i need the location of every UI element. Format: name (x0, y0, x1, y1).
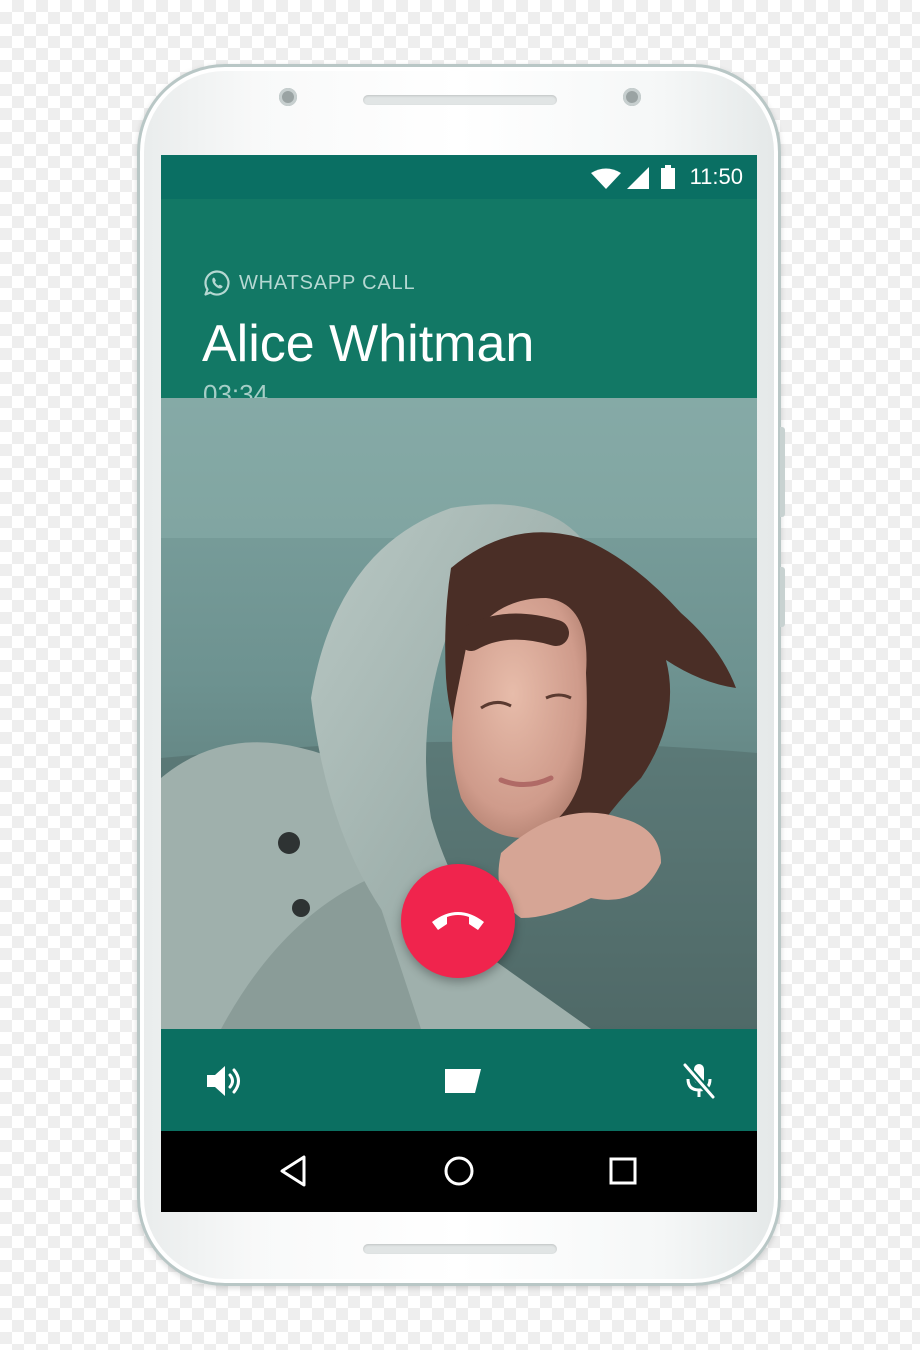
home-icon[interactable] (439, 1151, 479, 1191)
battery-icon (661, 165, 675, 189)
call-header: WHATSAPP CALL Alice Whitman 03:34 (161, 199, 757, 409)
front-camera (623, 88, 641, 106)
status-time: 11:50 (689, 164, 743, 189)
volume-button (780, 427, 785, 517)
app-label: WHATSAPP CALL (239, 272, 416, 294)
mute-microphone-icon[interactable] (677, 1059, 721, 1103)
bottom-speaker (363, 1244, 557, 1254)
android-nav-bar (161, 1131, 757, 1212)
end-call-button[interactable] (401, 864, 515, 978)
chat-icon[interactable] (441, 1059, 485, 1103)
recents-icon[interactable] (603, 1151, 643, 1191)
earpiece-speaker (363, 95, 557, 105)
power-button (780, 567, 785, 627)
whatsapp-icon (204, 270, 230, 296)
front-sensor (279, 88, 297, 106)
wifi-icon (591, 168, 621, 189)
status-bar: 11:50 (161, 155, 757, 199)
end-call-icon (432, 912, 484, 930)
back-icon[interactable] (274, 1151, 314, 1191)
signal-icon (627, 167, 649, 189)
call-controls-bar (161, 1029, 757, 1131)
speaker-icon[interactable] (201, 1059, 245, 1103)
call-screen: 11:50 WHATSAPP CALL Alice Whitman 03:34 (161, 155, 757, 1212)
caller-name: Alice Whitman (202, 315, 535, 373)
